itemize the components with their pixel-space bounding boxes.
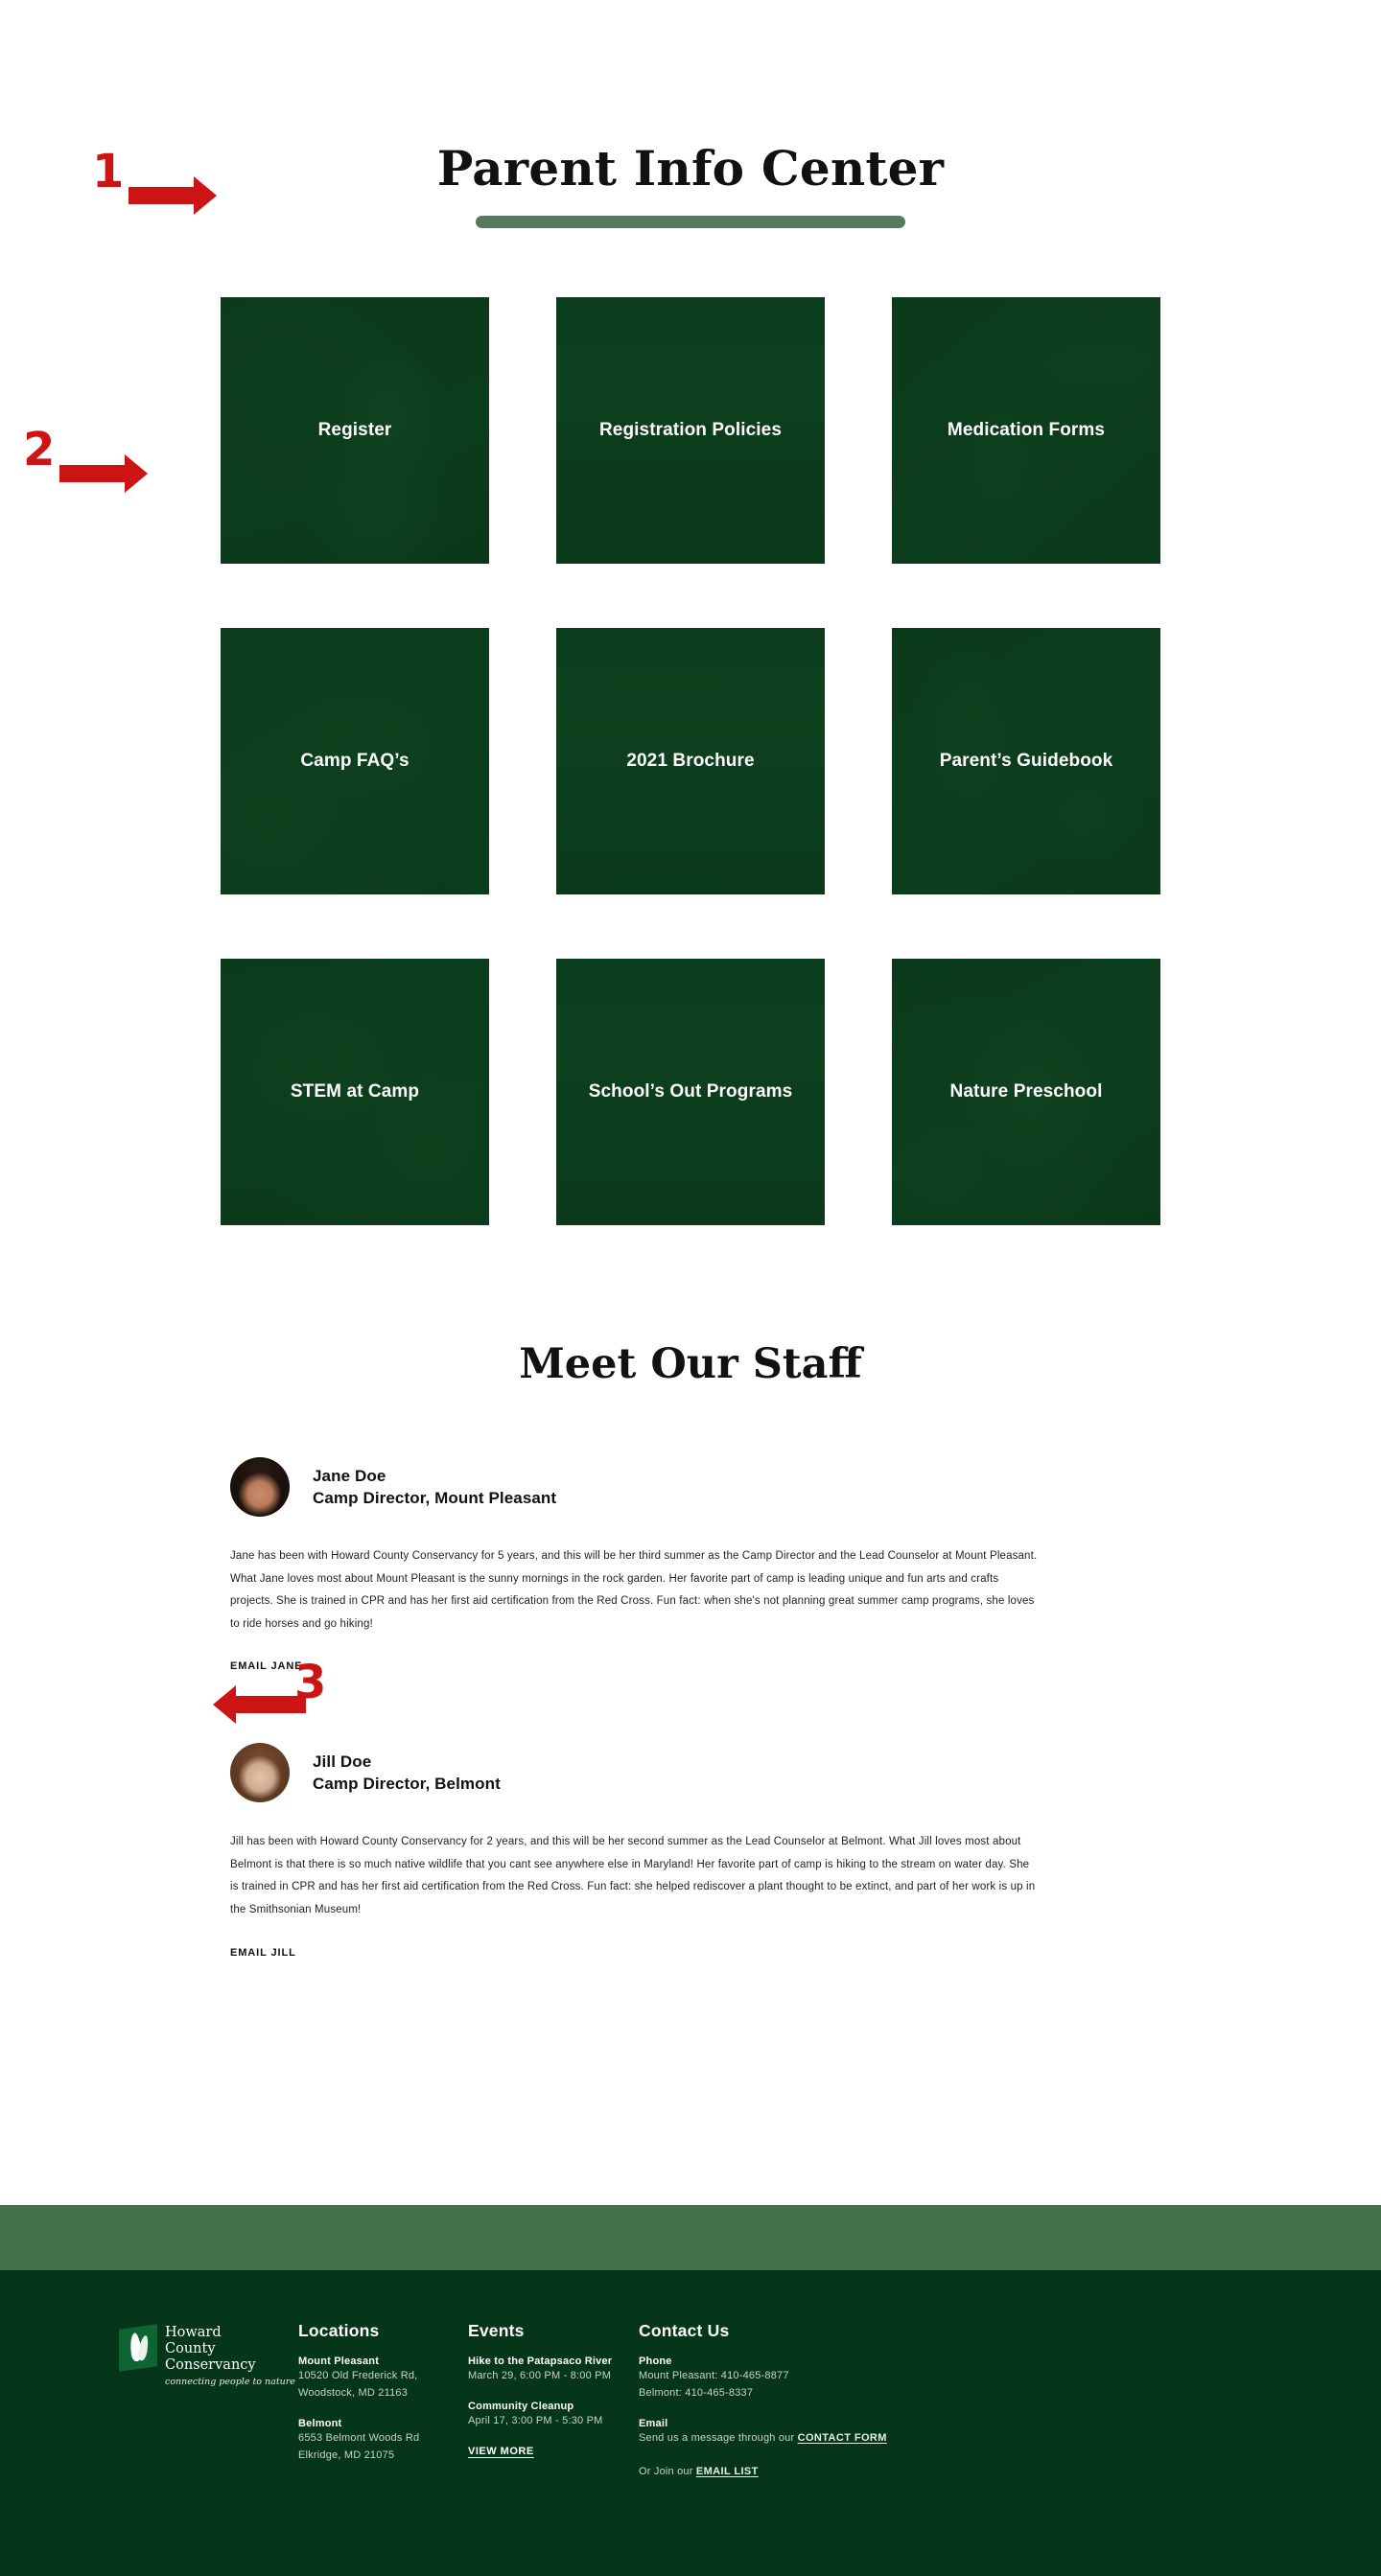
footer-events-column: Events Hike to the Patapsaco River March… [468,2321,639,2481]
tile-schools-out-programs[interactable]: School’s Out Programs [556,959,825,1225]
email-jane-link[interactable]: EMAIL JANE [230,1660,302,1672]
staff-header: Jane Doe Camp Director, Mount Pleasant [230,1457,1256,1517]
logo-line-3: Conservancy [165,2357,256,2374]
staff-role: Camp Director, Mount Pleasant [313,1489,557,1507]
info-tile-grid: Register Registration Policies Medicatio… [211,297,1170,1225]
tile-label: Medication Forms [947,420,1106,441]
event-datetime: March 29, 6:00 PM - 8:00 PM [468,2370,612,2381]
page-title: Parent Info Center [436,140,945,197]
location-address-line-1: 10520 Old Frederick Rd, [298,2370,418,2381]
tile-camp-faqs[interactable]: Camp FAQ’s [221,628,489,894]
view-more-events-link[interactable]: VIEW MORE [468,2446,534,2457]
logo-tagline: connecting people to nature [165,2377,295,2388]
location-address-line-1: 6553 Belmont Woods Rd [298,2432,420,2445]
page-header: Parent Info Center [0,0,1381,228]
tile-label: Nature Preschool [949,1081,1103,1102]
staff-bio: Jane has been with Howard County Conserv… [230,1550,1038,1630]
footer-accent-band [0,2205,1381,2270]
email-list-prefix: Or Join our [639,2466,696,2478]
tile-label: STEM at Camp [290,1081,420,1102]
staff-section-heading: Meet Our Staff [519,1340,862,1388]
annotation-2: 2 [23,427,148,493]
tile-register[interactable]: Register [221,297,489,564]
footer-contact-heading: Contact Us [639,2321,730,2340]
event-name-cleanup[interactable]: Community Cleanup [468,2401,639,2412]
location-name-belmont: Belmont [298,2418,342,2430]
staff-list: Jane Doe Camp Director, Mount Pleasant J… [125,1457,1256,1961]
phone-label: Phone [639,2356,672,2367]
location-address-line-2: Woodstock, MD 21163 [298,2387,409,2400]
footer-contact-column: Contact Us Phone Mount Pleasant: 410-465… [639,2321,926,2481]
staff-name: Jill Doe [313,1752,372,1771]
tile-label: Registration Policies [598,420,783,441]
tile-stem-at-camp[interactable]: STEM at Camp [221,959,489,1225]
annotation-number: 2 [23,423,56,476]
email-jill-link[interactable]: EMAIL JILL [230,1947,296,1959]
email-list-link[interactable]: EMAIL LIST [696,2466,759,2477]
footer-events-heading: Events [468,2321,525,2340]
event-datetime: April 17, 3:00 PM - 5:30 PM [468,2415,603,2427]
tile-parents-guidebook[interactable]: Parent’s Guidebook [892,628,1160,894]
title-underline-bar [476,216,905,228]
staff-meta: Jane Doe Camp Director, Mount Pleasant [313,1465,556,1510]
event-name-hike[interactable]: Hike to the Patapsaco River [468,2356,639,2367]
staff-role: Camp Director, Belmont [313,1775,501,1794]
leaf-logo-icon [119,2324,157,2372]
footer-logo[interactable]: Howard County Conservancy connecting peo… [119,2321,298,2481]
tile-medication-forms[interactable]: Medication Forms [892,297,1160,564]
staff-meta: Jill Doe Camp Director, Belmont [313,1751,501,1796]
footer-locations-heading: Locations [298,2321,380,2340]
tile-nature-preschool[interactable]: Nature Preschool [892,959,1160,1225]
contact-form-link[interactable]: CONTACT FORM [798,2432,887,2444]
email-message-text: Send us a message through our CONTACT FO… [639,2429,926,2447]
logo-line-2: County [165,2341,216,2357]
avatar [230,1743,290,1803]
footer-locations-column: Locations Mount Pleasant 10520 Old Frede… [298,2321,468,2481]
location-name-mount-pleasant: Mount Pleasant [298,2356,380,2367]
email-label: Email [639,2418,668,2430]
tile-label: Parent’s Guidebook [939,751,1113,772]
staff-card-jill: Jill Doe Camp Director, Belmont Jill has… [230,1743,1256,1960]
tile-label: School’s Out Programs [588,1081,793,1102]
logo-line-1: Howard [165,2325,222,2340]
tile-registration-policies[interactable]: Registration Policies [556,297,825,564]
tile-2021-brochure[interactable]: 2021 Brochure [556,628,825,894]
phone-belmont: Belmont: 410-465-8337 [639,2387,754,2400]
annotation-arrow-right [59,454,148,493]
phone-mount-pleasant: Mount Pleasant: 410-465-8877 [639,2370,789,2381]
tile-label: Register [317,420,392,441]
email-list-text: Or Join our EMAIL LIST [639,2463,926,2480]
avatar [230,1457,290,1517]
tile-label: Camp FAQ’s [300,751,410,772]
staff-name: Jane Doe [313,1466,386,1485]
staff-header: Jill Doe Camp Director, Belmont [230,1743,1256,1803]
email-message-prefix: Send us a message through our [639,2432,798,2445]
tile-label: 2021 Brochure [626,751,755,772]
staff-bio: Jill has been with Howard County Conserv… [230,1836,1036,1915]
site-footer: Howard County Conservancy connecting peo… [0,2270,1381,2576]
location-address-line-2: Elkridge, MD 21075 [298,2449,395,2462]
staff-card-jane: Jane Doe Camp Director, Mount Pleasant J… [230,1457,1256,1674]
